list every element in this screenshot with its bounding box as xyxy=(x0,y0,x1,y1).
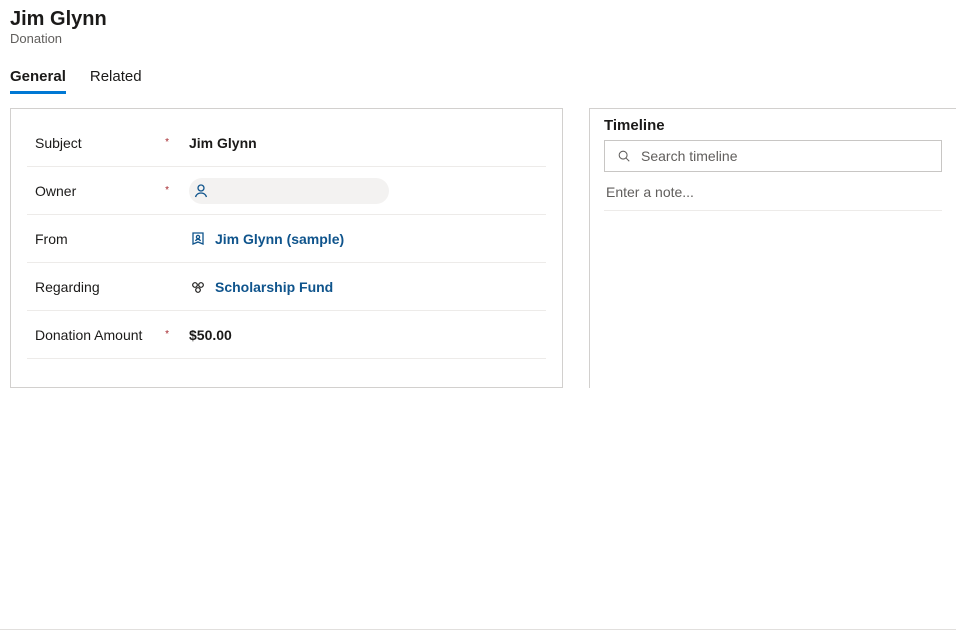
timeline-search-input[interactable]: Search timeline xyxy=(604,140,942,172)
timeline-title: Timeline xyxy=(604,117,942,134)
record-title: Jim Glynn xyxy=(10,8,946,31)
field-from[interactable]: From Jim Glynn (sample) xyxy=(27,215,546,263)
contact-badge-icon xyxy=(189,230,207,248)
field-owner[interactable]: Owner * xyxy=(27,167,546,215)
field-from-label: From xyxy=(35,231,68,247)
field-donation-amount[interactable]: Donation Amount * $50.00 xyxy=(27,311,546,359)
record-entity-type: Donation xyxy=(10,31,946,46)
form-card: Subject * Jim Glynn Owner * xyxy=(10,108,563,388)
footer-divider xyxy=(0,629,956,630)
entity-icon xyxy=(189,278,207,296)
tabs-bar: General Related xyxy=(0,50,956,94)
search-icon xyxy=(615,147,633,165)
required-icon: * xyxy=(165,330,169,340)
person-icon xyxy=(192,182,210,200)
field-subject[interactable]: Subject * Jim Glynn xyxy=(27,119,546,167)
field-from-value[interactable]: Jim Glynn (sample) xyxy=(215,231,344,247)
field-subject-value: Jim Glynn xyxy=(189,135,257,151)
field-owner-label: Owner xyxy=(35,183,76,199)
tab-general[interactable]: General xyxy=(10,68,66,94)
timeline-note-input[interactable]: Enter a note... xyxy=(604,174,942,211)
field-regarding[interactable]: Regarding Scholarship Fund xyxy=(27,263,546,311)
field-donation-amount-value: $50.00 xyxy=(189,327,232,343)
timeline-panel: Timeline Search timeline Enter a note... xyxy=(589,108,956,388)
field-regarding-label: Regarding xyxy=(35,279,100,295)
required-icon: * xyxy=(165,138,169,148)
tab-related[interactable]: Related xyxy=(90,68,142,94)
timeline-search-placeholder: Search timeline xyxy=(641,148,738,164)
field-donation-amount-label: Donation Amount xyxy=(35,327,142,343)
required-icon: * xyxy=(165,186,169,196)
field-regarding-value[interactable]: Scholarship Fund xyxy=(215,279,333,295)
owner-lookup-pill[interactable] xyxy=(189,178,389,204)
field-subject-label: Subject xyxy=(35,135,82,151)
